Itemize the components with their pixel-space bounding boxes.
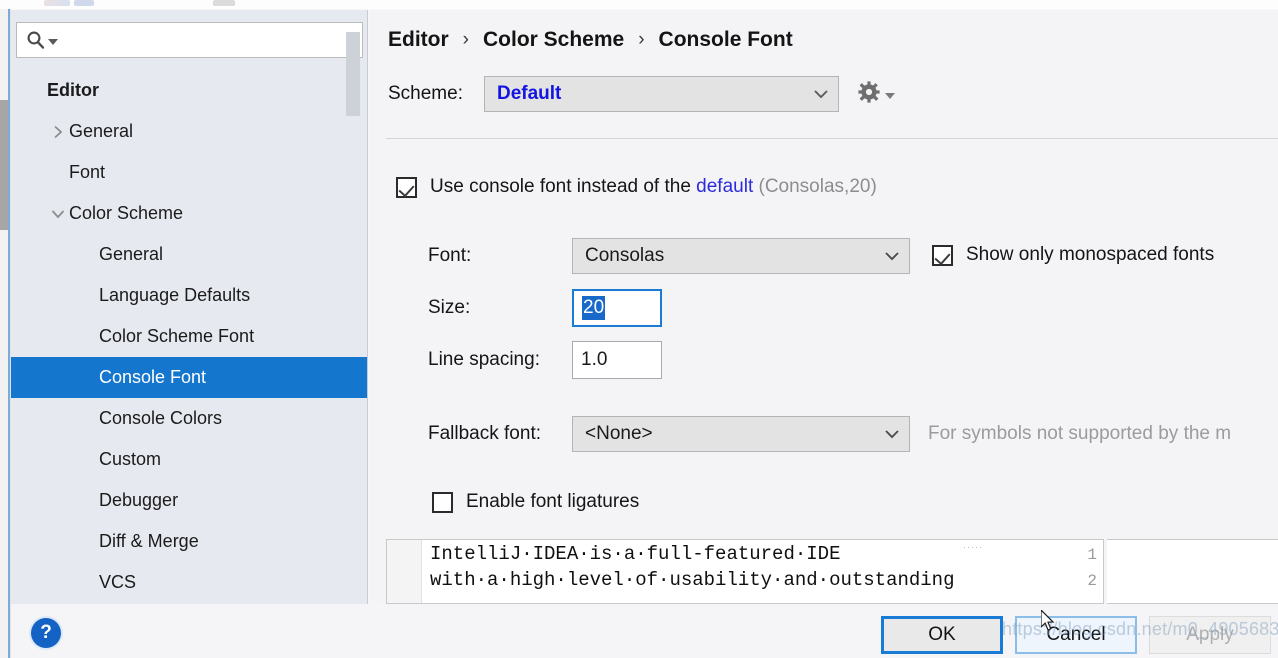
sidebar-item-label: Font — [69, 162, 106, 182]
scheme-label: Scheme: — [388, 83, 463, 104]
gear-icon — [857, 80, 881, 109]
gear-dropdown-icon[interactable] — [884, 93, 895, 99]
sidebar-item-label: Color Scheme Font — [99, 326, 255, 346]
preview-line-2: with·a·high·level·of·usability·and·outst… — [430, 569, 955, 591]
default-font-summary: (Consolas,20) — [758, 176, 877, 197]
help-button[interactable]: ? — [31, 618, 61, 648]
sidebar-item-vcs[interactable]: VCS — [11, 562, 367, 603]
sidebar-item-label: Color Scheme — [69, 203, 184, 223]
font-ligatures-row[interactable]: Enable font ligatures — [432, 491, 639, 513]
line-spacing-value: 1.0 — [581, 349, 608, 370]
scheme-row: Scheme: Default — [388, 76, 895, 112]
size-input[interactable]: 20 — [572, 289, 662, 327]
breadcrumb-item-editor[interactable]: Editor — [388, 28, 449, 52]
settings-content: Editor › Color Scheme › Console Font Sch… — [369, 10, 1278, 604]
sidebar-item-general[interactable]: General — [11, 234, 367, 275]
sidebar-item-label: Custom — [99, 449, 162, 469]
sidebar-item-label: Debugger — [99, 490, 179, 510]
sidebar-item-label: Language Defaults — [99, 285, 251, 305]
use-console-font-text: Use console font instead of the — [430, 176, 691, 197]
preview-gutter — [387, 540, 422, 603]
breadcrumb-item-console-font: Console Font — [658, 28, 793, 51]
monospaced-fonts-row[interactable]: Show only monospaced fonts — [932, 244, 1214, 266]
size-input-value: 20 — [582, 296, 606, 320]
sidebar-item-console-font[interactable]: Console Font — [11, 357, 367, 398]
font-select-value: Consolas — [585, 245, 665, 266]
monospaced-fonts-label: Show only monospaced fonts — [966, 244, 1215, 265]
titlebar-ghost-3 — [213, 0, 235, 6]
sidebar-item-label: Editor — [47, 80, 99, 100]
sidebar-item-font[interactable]: Font — [11, 152, 367, 193]
size-label: Size: — [428, 297, 471, 318]
font-select[interactable]: Consolas — [572, 238, 910, 274]
chevron-right-icon[interactable] — [47, 124, 69, 140]
chevron-right-icon: › — [462, 29, 469, 50]
scheme-select-value: Default — [496, 83, 562, 104]
default-font-link[interactable]: default — [696, 176, 753, 197]
window-titlebar-sliver — [0, 0, 1278, 9]
sidebar-item-color-scheme[interactable]: Color Scheme — [11, 193, 367, 234]
window-scrollbar-thumb[interactable] — [0, 100, 8, 230]
ok-button[interactable]: OK — [881, 616, 1003, 654]
font-ligatures-checkbox[interactable] — [432, 491, 453, 513]
breadcrumb: Editor › Color Scheme › Console Font — [388, 28, 793, 52]
sidebar-item-label: VCS — [99, 572, 137, 592]
sidebar-scrollbar-thumb[interactable] — [346, 32, 360, 116]
font-preview-editor[interactable]: 1 2 IntelliJ·IDEA·is·a·full-featured·IDE… — [386, 539, 1104, 604]
fallback-font-select[interactable]: <None> — [572, 416, 910, 452]
fallback-font-hint: For symbols not supported by the m — [928, 423, 1232, 444]
scheme-settings-button[interactable] — [857, 80, 895, 109]
settings-tree[interactable]: Editor General Font Color Scheme General Lang… — [11, 70, 367, 604]
use-console-font-row[interactable]: Use console font instead of the default … — [396, 176, 877, 198]
sidebar-item-console-colors[interactable]: Console Colors — [11, 398, 367, 439]
font-ligatures-label: Enable font ligatures — [466, 491, 640, 512]
use-console-font-checkbox[interactable] — [396, 176, 417, 198]
chevron-down-icon-fallback — [875, 427, 909, 441]
chevron-down-icon-font — [875, 249, 909, 263]
sidebar-item-label: Diff & Merge — [99, 531, 199, 551]
sidebar-item-color-scheme-font[interactable]: Color Scheme Font — [11, 316, 367, 357]
sidebar-item-debugger[interactable]: Debugger — [11, 480, 367, 521]
sidebar-item-label: General — [99, 244, 164, 264]
sidebar-item-label: Console Font — [99, 367, 207, 387]
preview-line-1: IntelliJ·IDEA·is·a·full-featured·IDE — [430, 543, 841, 565]
sidebar-item-custom[interactable]: Custom — [11, 439, 367, 480]
breadcrumb-item-color-scheme[interactable]: Color Scheme — [483, 28, 624, 52]
settings-dialog: Editor General Font Color Scheme General Lang… — [0, 0, 1278, 658]
monospaced-fonts-checkbox[interactable] — [932, 244, 953, 266]
sidebar-item-diff-merge[interactable]: Diff & Merge — [11, 521, 367, 562]
scheme-select[interactable]: Default — [483, 76, 839, 112]
preview-scroll-marks: ····· — [963, 542, 983, 552]
search-input[interactable] — [58, 31, 362, 49]
fallback-font-value: <None> — [585, 423, 653, 444]
titlebar-ghost-1 — [44, 0, 70, 6]
search-dropdown-icon[interactable] — [48, 38, 58, 45]
use-console-font-label: Use console font instead of the default … — [430, 176, 877, 198]
search-box[interactable] — [16, 22, 363, 58]
sidebar-item-editor[interactable]: Editor — [11, 70, 367, 111]
sidebar-item-label: Console Colors — [99, 408, 223, 428]
titlebar-ghost-2 — [74, 0, 94, 6]
chevron-down-icon[interactable] — [47, 206, 69, 222]
settings-sidebar: Editor General Font Color Scheme General Lang… — [11, 10, 368, 604]
font-preview-editor-right[interactable] — [1107, 539, 1278, 604]
chevron-down-icon — [804, 87, 838, 101]
font-label: Font: — [428, 245, 472, 266]
sidebar-item-language-defaults[interactable]: Language Defaults — [11, 275, 367, 316]
sidebar-item-label: General — [69, 121, 134, 141]
fallback-font-label: Fallback font: — [428, 423, 541, 444]
sidebar-item-general[interactable]: General — [11, 111, 367, 152]
preview-line-number-2: 2 — [1087, 572, 1097, 590]
watermark: https://blog.csdn.net/m0_49056832 — [1002, 619, 1278, 639]
chevron-right-icon-2: › — [638, 29, 645, 50]
section-divider — [386, 138, 1278, 139]
search-icon — [26, 30, 46, 50]
preview-line-number-1: 1 — [1087, 546, 1097, 564]
line-spacing-input[interactable]: 1.0 — [572, 341, 662, 379]
line-spacing-label: Line spacing: — [428, 349, 540, 370]
